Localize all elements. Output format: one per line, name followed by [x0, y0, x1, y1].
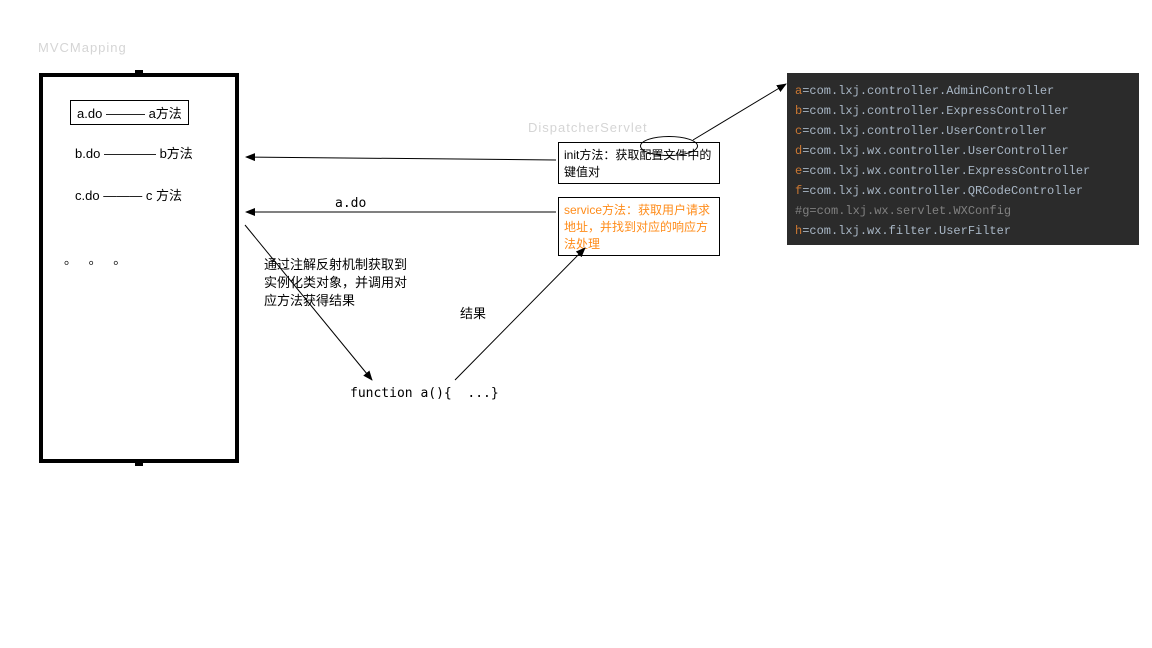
code-line: d=com.lxj.wx.controller.UserController: [787, 141, 1139, 161]
mvc-mapping-box: [39, 73, 239, 463]
code-line: f=com.lxj.wx.controller.QRCodeController: [787, 181, 1139, 201]
reflection-text: 通过注解反射机制获取到实例化类对象，并调用对应方法获得结果: [264, 256, 414, 310]
code-val: com.lxj.wx.filter.UserFilter: [809, 224, 1011, 238]
code-comment: #g=com.lxj.wx.servlet.WXConfig: [795, 204, 1011, 218]
code-line-comment: #g=com.lxj.wx.servlet.WXConfig: [787, 201, 1139, 221]
mapping-row-a: a.do ——— a方法: [70, 100, 189, 125]
properties-code-panel: a=com.lxj.controller.AdminController b=c…: [787, 73, 1139, 245]
code-line: h=com.lxj.wx.filter.UserFilter: [787, 221, 1139, 241]
code-val: com.lxj.wx.controller.ExpressController: [809, 164, 1090, 178]
service-method-box: service方法：获取用户请求地址，并找到对应的响应方法处理: [558, 197, 720, 256]
mapping-dots: 。 。 。: [64, 249, 130, 268]
mapping-c-line: ———: [103, 188, 142, 203]
code-val: com.lxj.controller.ExpressController: [809, 104, 1068, 118]
arrow-label-ado: a.do: [335, 196, 366, 211]
code-val: com.lxj.wx.controller.QRCodeController: [809, 184, 1083, 198]
mapping-a-line: ———: [106, 106, 145, 121]
mapping-b-left: b.do: [75, 146, 100, 161]
mapping-c-right: c 方法: [146, 188, 182, 203]
function-text: function a(){ ...}: [350, 386, 499, 401]
code-line: b=com.lxj.controller.ExpressController: [787, 101, 1139, 121]
box-tab-top: [135, 70, 143, 74]
mapping-row-b: b.do ———— b方法: [75, 143, 193, 162]
mapping-a-left: a.do: [77, 106, 102, 121]
callout-ellipse: [640, 136, 698, 156]
mapping-b-right: b方法: [160, 146, 193, 161]
mapping-a-right: a方法: [149, 106, 182, 121]
mapping-c-left: c.do: [75, 188, 100, 203]
dispatcher-title: DispatcherServlet: [528, 120, 648, 135]
code-line: c=com.lxj.controller.UserController: [787, 121, 1139, 141]
code-line: e=com.lxj.wx.controller.ExpressControlle…: [787, 161, 1139, 181]
box-tab-bottom: [135, 462, 143, 466]
code-val: com.lxj.controller.AdminController: [809, 84, 1054, 98]
code-val: com.lxj.controller.UserController: [809, 124, 1047, 138]
result-label: 结果: [460, 303, 486, 322]
diagram-canvas: MVCMapping DispatcherServlet a.do ——— a方…: [0, 0, 1152, 648]
mvc-title: MVCMapping: [38, 40, 127, 55]
code-val: com.lxj.wx.controller.UserController: [809, 144, 1068, 158]
mapping-row-c: c.do ——— c 方法: [75, 185, 182, 204]
code-line: a=com.lxj.controller.AdminController: [787, 81, 1139, 101]
mapping-b-line: ————: [104, 146, 156, 161]
